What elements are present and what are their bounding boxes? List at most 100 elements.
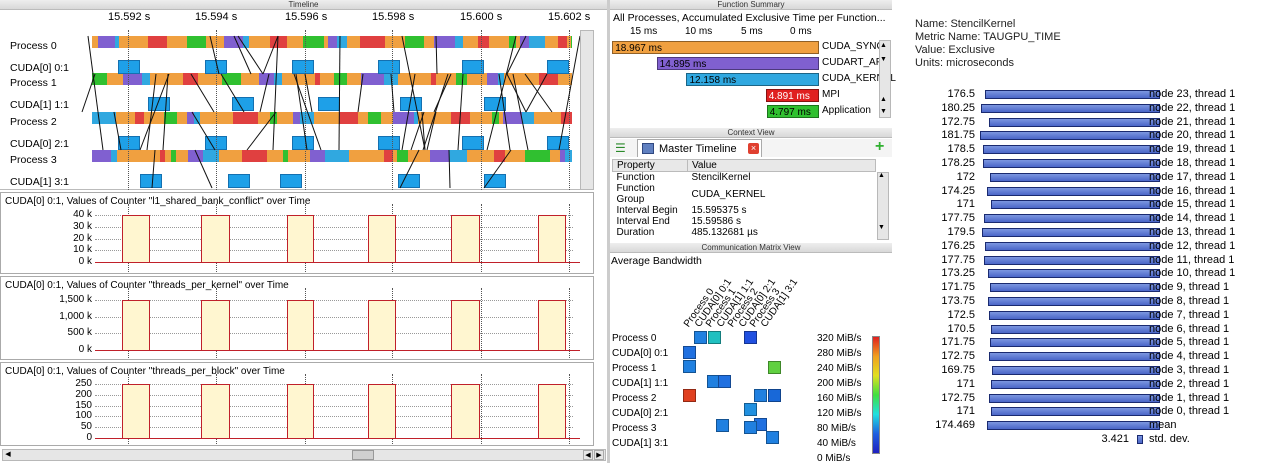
function-summary-vscroll[interactable] (879, 40, 891, 118)
profile-value: 171.75 (941, 281, 975, 294)
scroll-up-icon[interactable]: ▲ (878, 172, 885, 179)
matrix-cell[interactable] (768, 389, 781, 402)
profile-bar[interactable] (990, 200, 1160, 210)
counter-chart-title: CUDA[0] 0:1, Values of Counter "threads_… (5, 366, 285, 377)
counter-peak[interactable] (451, 384, 480, 438)
counter-peak[interactable] (451, 300, 480, 350)
matrix-cell[interactable] (744, 403, 757, 416)
scroll-down-icon[interactable]: ▼ (880, 56, 887, 63)
counter-peak[interactable] (201, 300, 230, 350)
close-icon[interactable]: × (748, 143, 759, 154)
profile-bar[interactable] (991, 366, 1160, 375)
counter-peak[interactable] (201, 384, 230, 438)
function-bar[interactable]: 4.891 ms (765, 89, 819, 102)
matrix-cell[interactable] (683, 389, 696, 402)
profile-bar[interactable] (989, 338, 1160, 348)
list-icon[interactable]: ☰ (615, 142, 626, 154)
profile-bar[interactable] (985, 241, 1160, 251)
scroll-down-icon[interactable]: ▼ (880, 108, 887, 115)
fs-axis-label: 5 ms (741, 26, 763, 37)
profile-bar[interactable] (990, 407, 1160, 417)
profile-bar[interactable] (983, 255, 1160, 265)
matrix-cell[interactable] (754, 389, 767, 402)
hscroll-thumb[interactable] (352, 450, 374, 460)
profile-label: node 17, thread 1 (1149, 170, 1236, 183)
profile-bar[interactable] (985, 90, 1160, 99)
matrix-cell[interactable] (768, 361, 781, 374)
scroll-right-icon[interactable]: ▶ (594, 450, 604, 460)
matrix-cell[interactable] (694, 331, 707, 344)
matrix-cell[interactable] (744, 421, 757, 434)
profile-bar[interactable] (991, 324, 1160, 334)
counter-peak[interactable] (122, 300, 150, 350)
message-line (81, 73, 96, 113)
scale-label: 80 MiB/s (817, 423, 856, 434)
profile-bar[interactable] (987, 186, 1160, 196)
matrix-cell[interactable] (683, 346, 696, 359)
baseline (95, 350, 580, 351)
scroll-down-icon[interactable]: ▼ (878, 224, 885, 231)
profile-label: node 13, thread 1 (1149, 226, 1236, 238)
function-bar[interactable]: 4.797 ms (766, 105, 819, 118)
counter-peak[interactable] (368, 215, 396, 262)
profile-bar[interactable] (989, 172, 1160, 182)
profile-bar[interactable] (988, 352, 1160, 362)
profile-bar[interactable] (987, 297, 1160, 306)
scroll-left-icon[interactable]: ◀ (3, 450, 13, 460)
function-bar[interactable]: 18.967 ms (612, 41, 819, 54)
profile-bar[interactable] (988, 117, 1160, 127)
property-key: Duration (616, 227, 655, 238)
profile-value: 169.75 (941, 364, 975, 376)
counter-peak[interactable] (287, 384, 314, 438)
matrix-cell[interactable] (716, 419, 729, 432)
counter-peak[interactable] (122, 384, 150, 438)
profile-bar[interactable] (988, 269, 1160, 279)
comm-matrix[interactable]: Process 0 Process 0 CUDA[0] 0:1 CUDA[0] 0:1… (610, 265, 892, 464)
timeline-vscroll[interactable] (580, 30, 594, 190)
profile-bar[interactable] (981, 103, 1160, 113)
counter-peak[interactable] (201, 215, 230, 262)
add-icon[interactable]: + (875, 139, 884, 155)
counter-peak[interactable] (538, 215, 566, 262)
matrix-cell[interactable] (766, 431, 779, 444)
timeline-area[interactable]: Process 0 CUDA[0] 0:1 Process 1 CUDA[1] 1:1… (0, 30, 580, 190)
table-row: Function Group CUDA_KERNEL (613, 183, 876, 205)
counter-peak[interactable] (287, 300, 314, 350)
function-summary-chart[interactable]: 15 ms 10 ms 5 ms 0 ms 18.967 ms CUDA_SYNC 14.8… (610, 26, 896, 121)
profile-bar[interactable] (983, 214, 1160, 224)
matrix-row-label: CUDA[0] 0:1 (612, 348, 669, 359)
profile-bar[interactable] (989, 283, 1160, 293)
profile-bar[interactable] (983, 145, 1160, 155)
scroll-up-icon[interactable]: ▲ (880, 42, 887, 49)
time-tick: 15.594 s (195, 11, 238, 23)
scroll-up-icon[interactable]: ▲ (880, 96, 887, 103)
timeline-hscroll[interactable] (2, 449, 606, 461)
context-properties-table: Property Value Function StencilKernel Fun… (612, 159, 876, 238)
counter-peak[interactable] (287, 215, 314, 262)
counter-peak[interactable] (122, 215, 150, 262)
function-bar[interactable]: 14.895 ms (656, 57, 819, 70)
profile-bar[interactable] (1137, 435, 1143, 444)
profile-bar[interactable] (982, 228, 1160, 237)
scroll-left-icon[interactable]: ◀ (583, 450, 593, 460)
matrix-cell[interactable] (744, 331, 757, 344)
profile-bar-chart[interactable]: 176.5 node 23, thread 1 180.25 node 22, thr… (905, 88, 1261, 448)
matrix-cell[interactable] (718, 375, 731, 388)
counter-peak[interactable] (368, 300, 396, 350)
profile-bar[interactable] (987, 421, 1160, 431)
profile-bar[interactable] (990, 379, 1160, 389)
tab-master-timeline[interactable]: Master Timeline × (637, 139, 762, 157)
counter-peak[interactable] (368, 384, 396, 438)
counter-peak[interactable] (538, 384, 566, 438)
function-bar[interactable]: 12.158 ms (686, 73, 819, 86)
profile-bar[interactable] (988, 393, 1160, 403)
profile-bar[interactable] (989, 310, 1160, 320)
profile-bar[interactable] (980, 131, 1160, 141)
col-property[interactable]: Property (612, 159, 688, 172)
counter-peak[interactable] (538, 300, 566, 350)
matrix-cell[interactable] (708, 331, 721, 344)
matrix-cell[interactable] (683, 360, 696, 373)
counter-peak[interactable] (451, 215, 480, 262)
profile-bar[interactable] (983, 159, 1160, 168)
col-value[interactable]: Value (687, 159, 876, 172)
